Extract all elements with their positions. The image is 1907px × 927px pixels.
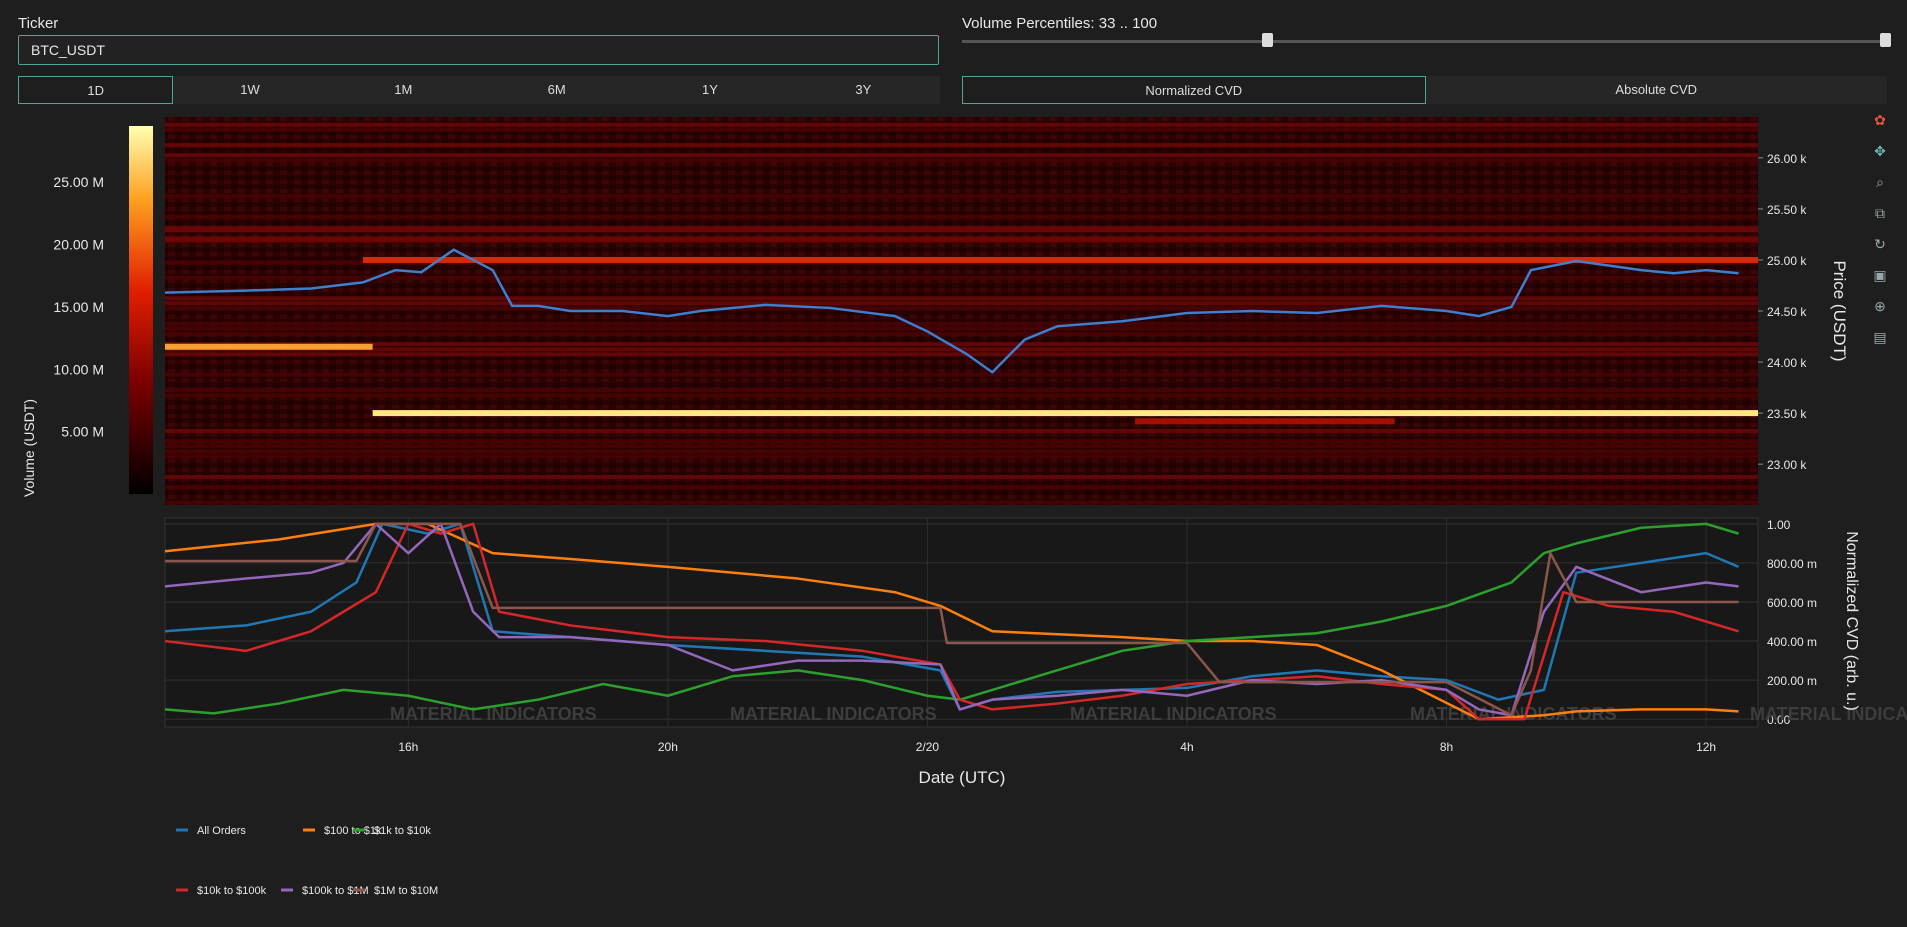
- liquidity-band: [362, 256, 1759, 263]
- heatmap-row: [165, 439, 1758, 444]
- heatmap-row: [165, 352, 1758, 357]
- heatmap-row: [165, 454, 1758, 459]
- heatmap-row: [165, 500, 1758, 505]
- cvd-tick-label: 200.00 m: [1767, 674, 1817, 688]
- price-tick-label: 23.50 k: [1767, 407, 1807, 421]
- x-tick-label: 2/20: [916, 740, 940, 754]
- colorbar-tick-label: 25.00 M: [53, 174, 104, 190]
- heatmap-row: [165, 331, 1758, 336]
- liquidity-band: [165, 226, 1758, 233]
- legend-item-label: $1M to $10M: [374, 885, 438, 897]
- watermark-text: MATERIAL INDICATORS: [730, 704, 937, 724]
- legend-item-label: $1k to $10k: [374, 825, 431, 837]
- colorbar-title: Volume (USDT): [21, 399, 37, 497]
- reset-icon[interactable]: ↻: [1870, 234, 1890, 254]
- heatmap-row: [165, 449, 1758, 454]
- heatmap-row: [165, 127, 1758, 132]
- cvd-chart[interactable]: 0.00200.00 m400.00 m600.00 m800.00 m1.00…: [164, 517, 1907, 787]
- price-tick-label: 26.00 k: [1767, 152, 1807, 166]
- price-heatmap[interactable]: 23.00 k 23.50 k 24.00 k 24.50 k 25.00 k 25.50…: [164, 117, 1849, 505]
- colorbar-gradient: [129, 126, 153, 494]
- x-tick-label: 4h: [1180, 740, 1193, 754]
- heatmap-row: [165, 296, 1758, 301]
- heatmap-row: [165, 388, 1758, 393]
- heatmap-row: [165, 158, 1758, 163]
- heatmap-row: [165, 143, 1758, 148]
- price-tick-label: 23.00 k: [1767, 458, 1807, 472]
- cvd-tick-label: 1.00: [1767, 518, 1791, 532]
- heatmap-row: [165, 194, 1758, 199]
- heatmap-row: [165, 214, 1758, 219]
- heatmap-row: [165, 428, 1758, 433]
- colorbar-tick-label: 20.00 M: [53, 237, 104, 253]
- cvd-tick-label: 600.00 m: [1767, 596, 1817, 610]
- x-tick-label: 20h: [658, 740, 678, 754]
- x-tick-label: 16h: [398, 740, 418, 754]
- heatmap-row: [165, 301, 1758, 306]
- cvd-tick-label: 400.00 m: [1767, 635, 1817, 649]
- heatmap-row: [165, 275, 1758, 280]
- watermark-text: MATERIAL INDICATORS: [1070, 704, 1277, 724]
- heatmap-row: [165, 474, 1758, 479]
- heatmap-row: [165, 153, 1758, 158]
- price-tick-label: 24.00 k: [1767, 356, 1807, 370]
- legend-item-label: $10k to $100k: [197, 885, 267, 897]
- x-tick-label: 12h: [1696, 740, 1716, 754]
- plotly-logo-icon[interactable]: ✿: [1870, 110, 1890, 130]
- x-axis-title: Date (UTC): [919, 768, 1006, 787]
- heatmap-row: [165, 342, 1758, 347]
- colorbar-tick-label: 5.00 M: [61, 424, 104, 440]
- liquidity-band: [1135, 418, 1395, 425]
- liquidity-band: [165, 236, 1758, 243]
- heatmap-row: [165, 321, 1758, 326]
- colorbar-tick-label: 15.00 M: [53, 299, 104, 315]
- compare-icon[interactable]: ⧉: [1870, 203, 1890, 223]
- liquidity-band: [165, 343, 373, 350]
- legend[interactable]: All Orders $100 to $1k$1k to $10k$10k to …: [176, 825, 438, 897]
- heatmap-row: [165, 326, 1758, 331]
- price-tick-label: 25.50 k: [1767, 203, 1807, 217]
- heatmap-row: [165, 444, 1758, 449]
- heatmap-row: [165, 306, 1758, 311]
- heatmap-row: [165, 372, 1758, 377]
- heatmap-row: [165, 485, 1758, 490]
- pan-icon[interactable]: ✥: [1870, 141, 1890, 161]
- watermark-text: MATERIAL INDICATORS: [1750, 704, 1907, 724]
- price-axis-title: Price (USDT): [1830, 260, 1849, 361]
- x-tick-label: 8h: [1440, 740, 1453, 754]
- chart-canvas[interactable]: 5.00 M 10.00 M 15.00 M 20.00 M 25.00 M Volume…: [0, 0, 1907, 927]
- heatmap-row: [165, 122, 1758, 127]
- save-icon[interactable]: ▣: [1870, 265, 1890, 285]
- cvd-tick-label: 800.00 m: [1767, 557, 1817, 571]
- colorbar-tick-label: 10.00 M: [53, 361, 104, 377]
- hover-icon[interactable]: ▤: [1870, 327, 1890, 347]
- cvd-axis-title: Normalized CVD (arb. u.): [1843, 531, 1860, 711]
- crosshair-icon[interactable]: ⊕: [1870, 296, 1890, 316]
- colorbar: 5.00 M 10.00 M 15.00 M 20.00 M 25.00 M Volume…: [21, 126, 153, 497]
- liquidity-band: [372, 410, 1758, 417]
- price-tick-label: 24.50 k: [1767, 305, 1807, 319]
- zoom-icon[interactable]: ⌕: [1870, 172, 1890, 192]
- legend-item-label: All Orders: [197, 825, 246, 837]
- price-tick-label: 25.00 k: [1767, 254, 1807, 268]
- modebar: ✿ ✥ ⌕ ⧉ ↻ ▣ ⊕ ▤: [1870, 110, 1894, 358]
- heatmap-row: [165, 393, 1758, 398]
